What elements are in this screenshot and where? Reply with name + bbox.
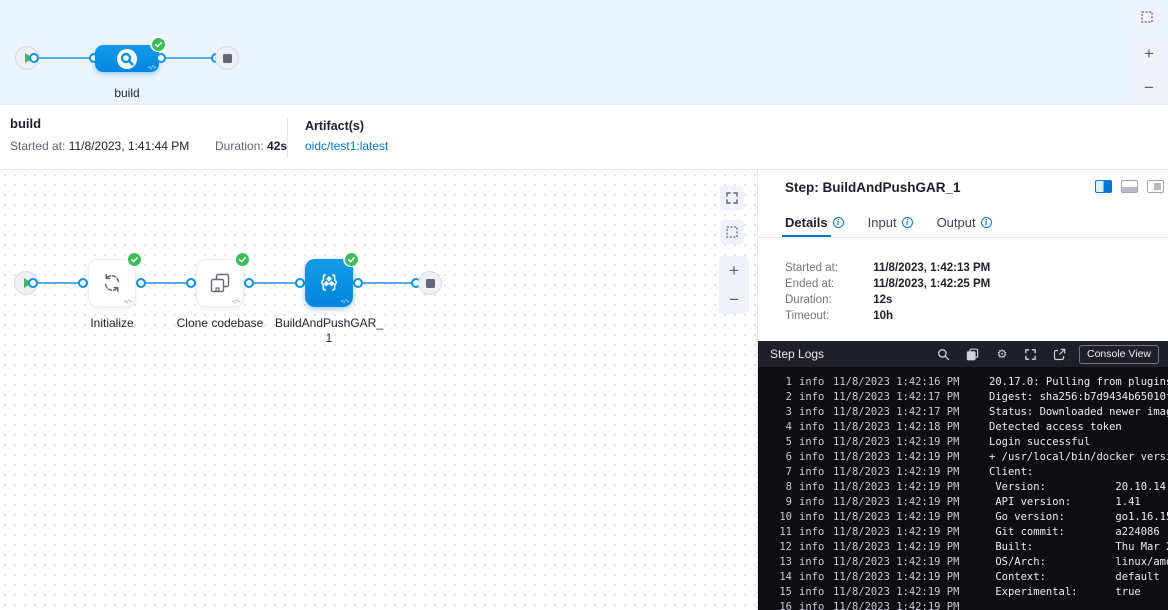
artifacts-label: Artifact(s) <box>305 119 364 133</box>
console-toolbar: ⚙ <box>937 347 1067 361</box>
tab-details[interactable]: Details i <box>785 215 844 230</box>
connector-port <box>136 278 146 288</box>
external-link-icon[interactable] <box>1053 347 1067 361</box>
pipeline-execution-page: </> build + − build Started at: 11/8/202… <box>0 0 1168 610</box>
zoom-out-button[interactable]: − <box>1144 79 1154 96</box>
connector-port <box>28 278 38 288</box>
code-glyph: </> <box>232 299 240 305</box>
gar-icon <box>315 269 343 297</box>
code-glyph: </> <box>148 65 156 71</box>
band-selection-tool-button[interactable] <box>1135 5 1159 29</box>
stage-title: build <box>10 116 41 131</box>
info-icon[interactable]: i <box>981 217 992 228</box>
zoom-in-button[interactable]: + <box>1144 45 1154 62</box>
stage-info-bar: build Started at: 11/8/2023, 1:41:44 PM … <box>0 106 1168 170</box>
detail-started-at: Started at: 11/8/2023, 1:42:13 PM <box>785 262 990 274</box>
stage-duration: Duration: 42s <box>215 139 287 153</box>
stage-node-build[interactable]: </> <box>95 45 159 72</box>
connector-port <box>78 278 88 288</box>
refresh-icon <box>100 271 124 295</box>
connector-port <box>156 53 166 63</box>
step-label-initialize[interactable]: Initialize <box>57 316 167 331</box>
detail-duration: Duration: 12s <box>785 294 892 306</box>
detail-timeout: Timeout: 10h <box>785 310 893 322</box>
fullscreen-icon[interactable] <box>1024 347 1038 361</box>
layout-right-icon[interactable] <box>1095 180 1112 193</box>
step-details-panel: Step: BuildAndPushGAR_1 − Details i Inpu… <box>757 170 1168 610</box>
connector-port <box>295 278 305 288</box>
band-zoom-controls: + − <box>1134 36 1164 104</box>
connector-port <box>186 278 196 288</box>
success-check-icon <box>234 251 250 267</box>
console-view-button[interactable]: Console View <box>1079 345 1159 364</box>
tab-input[interactable]: Input i <box>868 215 913 230</box>
success-check-icon <box>150 36 166 52</box>
success-check-icon <box>126 251 142 267</box>
stage-started: Started at: 11/8/2023, 1:41:44 PM <box>10 139 189 153</box>
info-icon[interactable]: i <box>902 217 913 228</box>
zoom-in-button[interactable]: + <box>729 262 739 279</box>
step-tabs: Details i Input i Output i <box>785 215 992 230</box>
code-glyph: </> <box>124 299 132 305</box>
console-title: Step Logs <box>770 347 824 361</box>
detail-ended-at: Ended at: 11/8/2023, 1:42:25 PM <box>785 278 990 290</box>
canvas-zoom-controls: + − <box>719 256 749 314</box>
step-node-build-and-push-gar[interactable]: </> <box>305 259 353 307</box>
step-label-clone-codebase[interactable]: Clone codebase <box>165 316 275 331</box>
connector-port <box>353 278 363 288</box>
log-line: 4info11/8/2023 1:42:18 PMDetected access… <box>758 420 1168 435</box>
selection-icon <box>725 225 739 239</box>
exec-end-node[interactable] <box>418 271 442 295</box>
connector-port <box>29 53 39 63</box>
log-line: 3info11/8/2023 1:42:17 PMStatus: Downloa… <box>758 405 1168 420</box>
divider <box>287 118 288 158</box>
info-icon[interactable]: i <box>833 217 844 228</box>
log-line: 12info11/8/2023 1:42:19 PM Built: Thu Ma… <box>758 540 1168 555</box>
layout-minimized-icon[interactable] <box>1147 180 1164 193</box>
execution-graph-canvas[interactable]: </> Initialize </> Clone codebase <box>0 170 757 610</box>
stage-graph-band: </> build + − <box>0 0 1168 105</box>
console-header: Step Logs ⚙ <box>758 341 1168 367</box>
log-line: 7info11/8/2023 1:42:19 PMClient: <box>758 465 1168 480</box>
layout-bottom-icon[interactable] <box>1121 180 1138 193</box>
divider <box>758 237 1168 238</box>
stop-icon <box>223 54 232 63</box>
log-body[interactable]: 1info11/8/2023 1:42:16 PM20.17.0: Pullin… <box>758 367 1168 610</box>
canvas-fullscreen-button[interactable] <box>720 186 744 210</box>
log-line: 1info11/8/2023 1:42:16 PM20.17.0: Pullin… <box>758 375 1168 390</box>
step-node-clone-codebase[interactable]: </> <box>196 259 244 307</box>
selection-icon <box>1140 10 1154 24</box>
log-line: 14info11/8/2023 1:42:19 PM Context: defa… <box>758 570 1168 585</box>
log-line: 8info11/8/2023 1:42:19 PM Version: 20.10… <box>758 480 1168 495</box>
log-line: 5info11/8/2023 1:42:19 PMLogin successfu… <box>758 435 1168 450</box>
canvas-selection-tool-button[interactable] <box>720 220 744 244</box>
stop-icon <box>426 279 435 288</box>
log-line: 15info11/8/2023 1:42:19 PM Experimental:… <box>758 585 1168 600</box>
clone-icon <box>208 271 232 295</box>
log-line: 2info11/8/2023 1:42:17 PMDigest: sha256:… <box>758 390 1168 405</box>
stage-label[interactable]: build <box>95 86 159 100</box>
log-line: 11info11/8/2023 1:42:19 PM Git commit: a… <box>758 525 1168 540</box>
artifact-link[interactable]: oidc/test1:latest <box>305 139 388 153</box>
log-line: 10info11/8/2023 1:42:19 PM Go version: g… <box>758 510 1168 525</box>
search-icon[interactable] <box>937 347 951 361</box>
code-glyph: </> <box>341 299 349 305</box>
step-node-initialize[interactable]: </> <box>88 259 136 307</box>
log-line: 6info11/8/2023 1:42:19 PM+ /usr/local/bi… <box>758 450 1168 465</box>
tab-output[interactable]: Output i <box>937 215 992 230</box>
log-line: 16info11/8/2023 1:42:19 PM <box>758 600 1168 610</box>
step-panel-title: Step: BuildAndPushGAR_1 <box>785 180 961 195</box>
copy-icon[interactable] <box>966 347 980 361</box>
log-line: 13info11/8/2023 1:42:19 PM OS/Arch: linu… <box>758 555 1168 570</box>
stage-end-node[interactable] <box>215 46 239 70</box>
ci-stage-icon <box>117 49 137 69</box>
success-check-icon <box>343 251 359 267</box>
zoom-out-button[interactable]: − <box>729 291 739 308</box>
connector-port <box>244 278 254 288</box>
gear-icon[interactable]: ⚙ <box>995 347 1009 361</box>
fullscreen-icon <box>725 191 739 205</box>
step-logs-console: Step Logs ⚙ <box>758 341 1168 610</box>
log-line: 9info11/8/2023 1:42:19 PM API version: 1… <box>758 495 1168 510</box>
step-label-build-and-push-gar[interactable]: BuildAndPushGAR_1 <box>274 316 384 346</box>
